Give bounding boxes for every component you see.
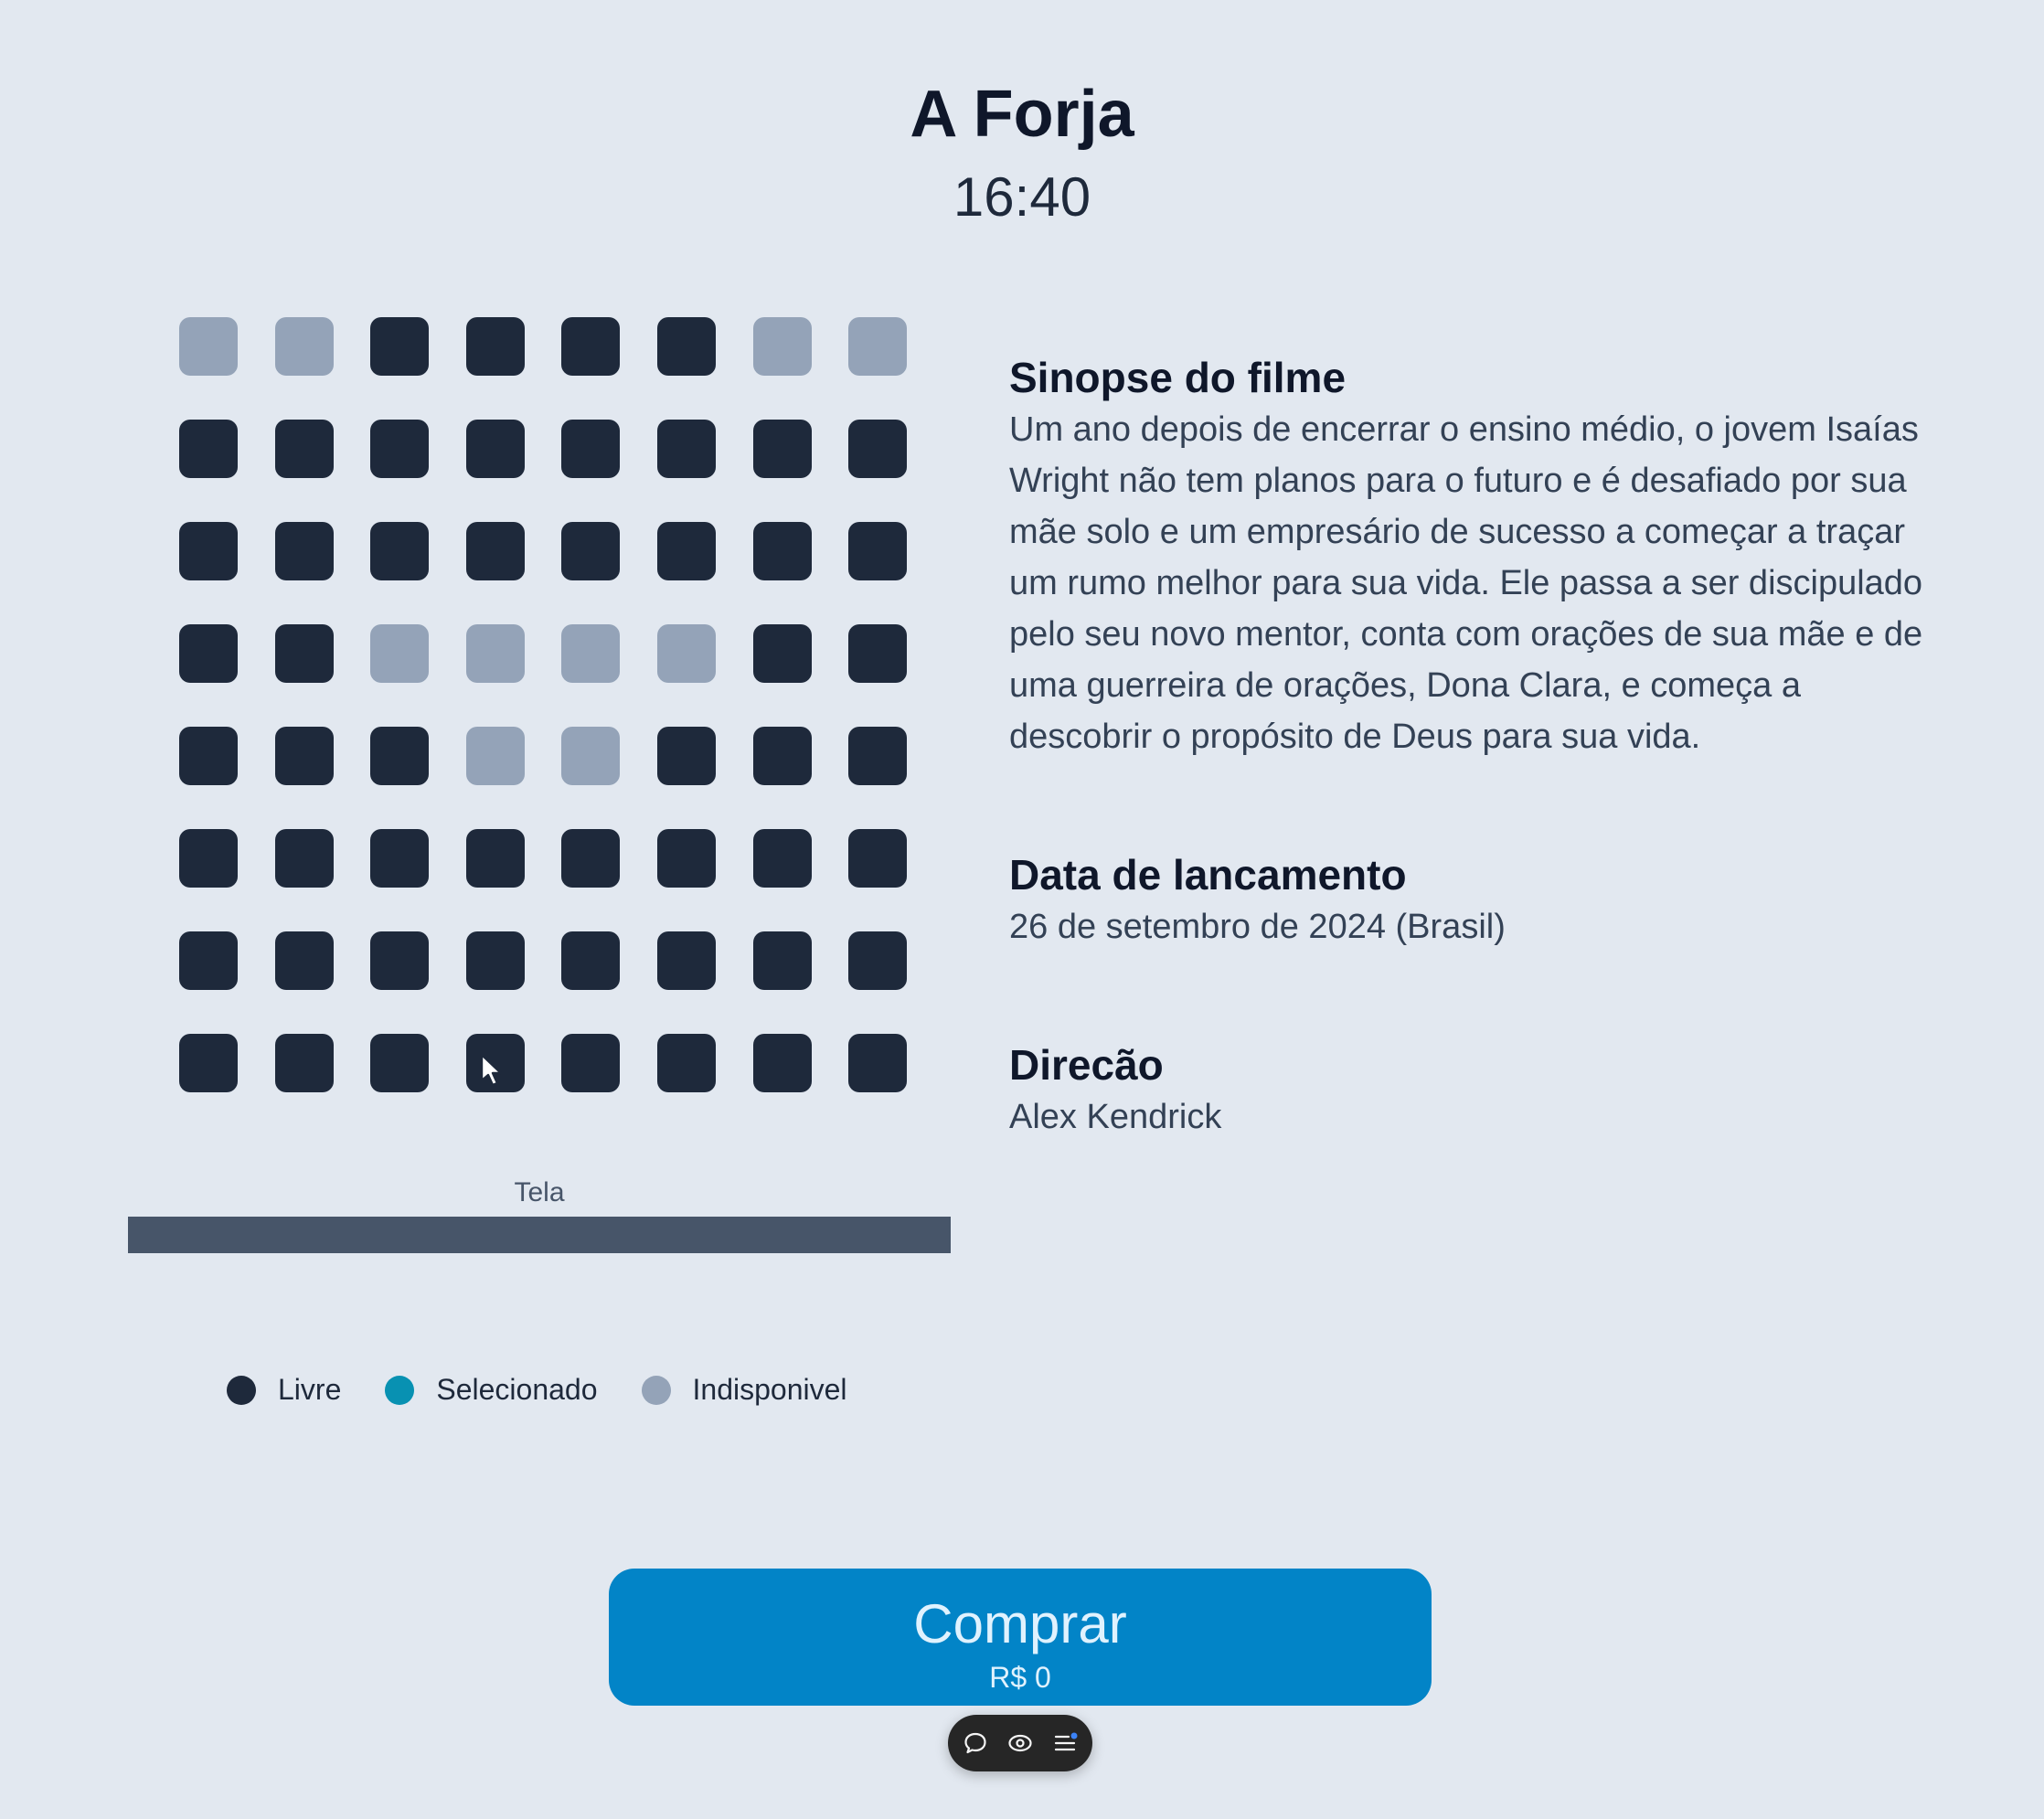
legend-item-unavailable: Indisponivel bbox=[641, 1373, 847, 1407]
seat-free[interactable] bbox=[465, 931, 525, 990]
seat-unavailable bbox=[752, 317, 812, 376]
seat-free[interactable] bbox=[656, 1034, 716, 1092]
eye-icon[interactable] bbox=[1002, 1725, 1038, 1761]
seat-free[interactable] bbox=[656, 522, 716, 580]
seat-free[interactable] bbox=[465, 1034, 525, 1092]
legend-dot-unavailable bbox=[641, 1375, 671, 1405]
seat-unavailable bbox=[561, 624, 621, 683]
floating-toolbar bbox=[948, 1715, 1092, 1771]
synopsis-section: Sinopse do filme Um ano depois de encerr… bbox=[1009, 351, 1923, 762]
seat-free[interactable] bbox=[848, 522, 908, 580]
legend-label-unavailable: Indisponivel bbox=[692, 1373, 847, 1406]
movie-title: A Forja bbox=[910, 78, 1134, 151]
movie-header: A Forja 16:40 bbox=[0, 73, 2044, 234]
seat-free[interactable] bbox=[274, 624, 334, 683]
seat-unavailable bbox=[274, 317, 334, 376]
seat-free[interactable] bbox=[179, 931, 238, 990]
seat-free[interactable] bbox=[561, 931, 621, 990]
synopsis-heading: Sinopse do filme bbox=[1009, 354, 1347, 401]
seat-free[interactable] bbox=[465, 829, 525, 888]
seat-unavailable bbox=[656, 624, 716, 683]
seat-free[interactable] bbox=[848, 1034, 908, 1092]
seat-free[interactable] bbox=[179, 1034, 238, 1092]
direction-section: Direcão Alex Kendrick bbox=[1009, 1038, 1923, 1143]
seat-free[interactable] bbox=[561, 317, 621, 376]
seat-free[interactable] bbox=[752, 829, 812, 888]
legend-label-selected: Selecionado bbox=[436, 1373, 598, 1406]
seat-free[interactable] bbox=[370, 1034, 430, 1092]
seat-free[interactable] bbox=[848, 624, 908, 683]
screen-label: Tela bbox=[514, 1177, 565, 1207]
seat-free[interactable] bbox=[179, 624, 238, 683]
seat-free[interactable] bbox=[370, 317, 430, 376]
seat-free[interactable] bbox=[179, 522, 238, 580]
release-section: Data de lancamento 26 de setembro de 202… bbox=[1009, 848, 1923, 952]
seat-free[interactable] bbox=[465, 317, 525, 376]
seat-free[interactable] bbox=[752, 420, 812, 478]
seat-free[interactable] bbox=[561, 829, 621, 888]
seat-free[interactable] bbox=[274, 829, 334, 888]
seat-unavailable bbox=[370, 624, 430, 683]
seat-free[interactable] bbox=[656, 420, 716, 478]
seat-free[interactable] bbox=[370, 420, 430, 478]
seat-free[interactable] bbox=[274, 1034, 334, 1092]
legend-dot-free bbox=[227, 1375, 256, 1405]
release-heading: Data de lancamento bbox=[1009, 851, 1407, 899]
seat-free[interactable] bbox=[848, 829, 908, 888]
seat-unavailable bbox=[465, 624, 525, 683]
release-date: 26 de setembro de 2024 (Brasil) bbox=[1009, 908, 1506, 946]
seat-free[interactable] bbox=[370, 522, 430, 580]
seat-free[interactable] bbox=[274, 522, 334, 580]
seat-free[interactable] bbox=[752, 727, 812, 785]
seat-free[interactable] bbox=[274, 727, 334, 785]
legend-item-free: Livre bbox=[227, 1373, 341, 1407]
seat-free[interactable] bbox=[465, 522, 525, 580]
seat-free[interactable] bbox=[370, 829, 430, 888]
seat-free[interactable] bbox=[848, 727, 908, 785]
seat-unavailable bbox=[465, 727, 525, 785]
seat-free[interactable] bbox=[465, 420, 525, 478]
chat-bubble-icon[interactable] bbox=[957, 1725, 994, 1761]
seat-free[interactable] bbox=[656, 727, 716, 785]
seat-free[interactable] bbox=[274, 931, 334, 990]
seat-free[interactable] bbox=[274, 420, 334, 478]
legend-item-selected: Selecionado bbox=[385, 1373, 598, 1407]
menu-list-icon[interactable] bbox=[1048, 1725, 1084, 1761]
session-time: 16:40 bbox=[953, 166, 1091, 228]
synopsis-text: Um ano depois de encerrar o ensino médio… bbox=[1009, 410, 1923, 756]
seat-free[interactable] bbox=[179, 727, 238, 785]
seat-free[interactable] bbox=[179, 420, 238, 478]
seat-free[interactable] bbox=[561, 420, 621, 478]
legend-label-free: Livre bbox=[278, 1373, 342, 1406]
seat-free[interactable] bbox=[752, 931, 812, 990]
director-name: Alex Kendrick bbox=[1009, 1098, 1222, 1136]
screen-bar bbox=[128, 1217, 951, 1253]
seat-free[interactable] bbox=[370, 931, 430, 990]
seat-unavailable bbox=[179, 317, 238, 376]
seat-free[interactable] bbox=[656, 829, 716, 888]
seat-free[interactable] bbox=[752, 522, 812, 580]
seat-map bbox=[179, 317, 908, 1092]
seat-free[interactable] bbox=[656, 317, 716, 376]
seat-legend: Livre Selecionado Indisponivel bbox=[227, 1373, 847, 1407]
direction-heading: Direcão bbox=[1009, 1041, 1164, 1089]
legend-dot-selected bbox=[385, 1375, 415, 1405]
seat-free[interactable] bbox=[179, 829, 238, 888]
seat-free[interactable] bbox=[656, 931, 716, 990]
seat-unavailable bbox=[848, 317, 908, 376]
seat-free[interactable] bbox=[561, 1034, 621, 1092]
seat-free[interactable] bbox=[848, 420, 908, 478]
buy-price: R$ 0 bbox=[989, 1661, 1051, 1694]
seat-free[interactable] bbox=[370, 727, 430, 785]
buy-label: Comprar bbox=[913, 1593, 1127, 1654]
seat-free[interactable] bbox=[848, 931, 908, 990]
seat-free[interactable] bbox=[752, 1034, 812, 1092]
buy-button[interactable]: Comprar R$ 0 bbox=[609, 1569, 1432, 1706]
seat-unavailable bbox=[561, 727, 621, 785]
seat-free[interactable] bbox=[752, 624, 812, 683]
seat-free[interactable] bbox=[561, 522, 621, 580]
